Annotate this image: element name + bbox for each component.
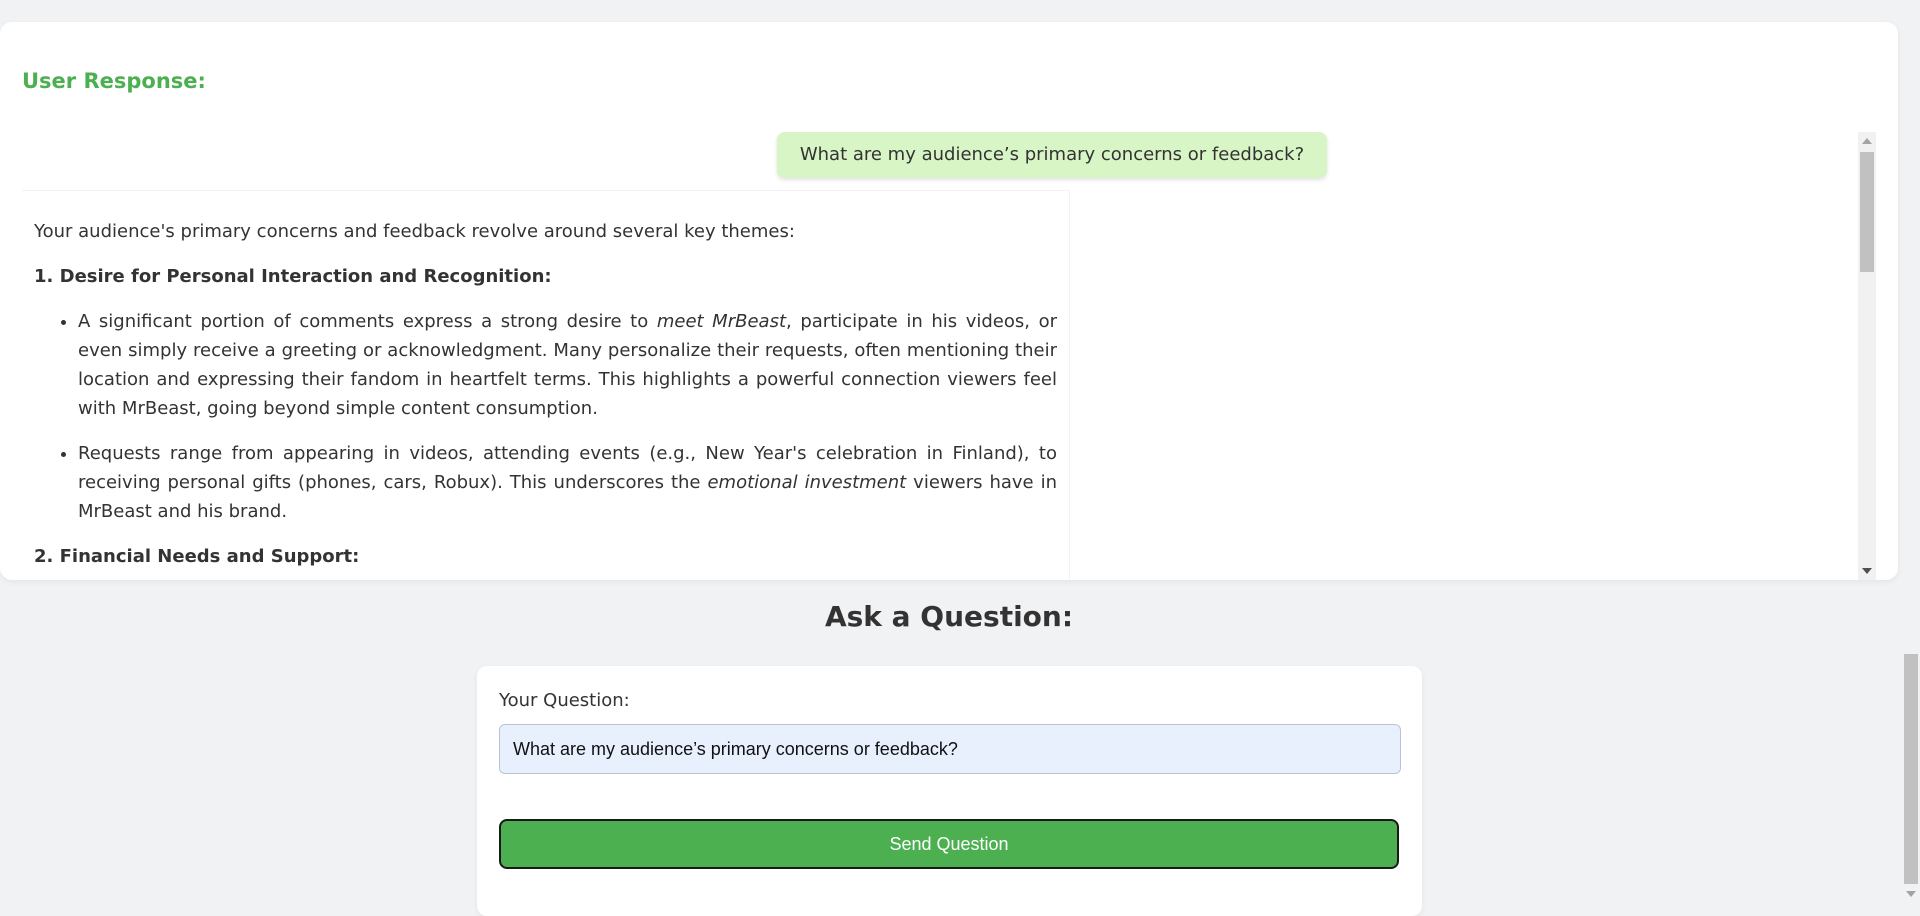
user-message-bubble: What are my audience’s primary concerns … xyxy=(777,132,1327,178)
response-card: User Response: What are my audience’s pr… xyxy=(0,22,1898,580)
ask-question-title: Ask a Question: xyxy=(824,600,1074,633)
emphasis-text: emotional investment xyxy=(707,472,907,493)
page-scrollbar[interactable] xyxy=(1902,0,1920,901)
section-heading-2: 2. Financial Needs and Support: xyxy=(34,546,360,567)
question-label: Your Question: xyxy=(499,690,630,711)
chat-scrollbar[interactable] xyxy=(1858,132,1876,580)
list-item: A significant portion of comments expres… xyxy=(78,307,1057,423)
chat-area[interactable]: What are my audience’s primary concerns … xyxy=(22,132,1858,580)
send-question-button[interactable]: Send Question xyxy=(499,819,1399,869)
bot-intro-text: Your audience's primary concerns and fee… xyxy=(34,221,795,242)
bot-response-message: Your audience's primary concerns and fee… xyxy=(22,190,1070,580)
question-input[interactable] xyxy=(499,724,1401,774)
list-item: Requests range from appearing in videos,… xyxy=(78,439,1057,526)
section-1-list: A significant portion of comments expres… xyxy=(34,307,1057,526)
page-scrollbar-thumb[interactable] xyxy=(1904,654,1918,884)
chat-scrollbar-thumb[interactable] xyxy=(1860,152,1874,272)
section-heading-1: 1. Desire for Personal Interaction and R… xyxy=(34,266,552,287)
page-scroll-down-arrow-icon[interactable] xyxy=(1906,891,1916,897)
scroll-up-arrow-icon[interactable] xyxy=(1862,138,1872,144)
response-heading: User Response: xyxy=(22,69,206,93)
emphasis-text: meet MrBeast xyxy=(656,311,787,332)
question-form-card: Your Question: Send Question xyxy=(477,666,1422,916)
scroll-down-arrow-icon[interactable] xyxy=(1862,568,1872,574)
